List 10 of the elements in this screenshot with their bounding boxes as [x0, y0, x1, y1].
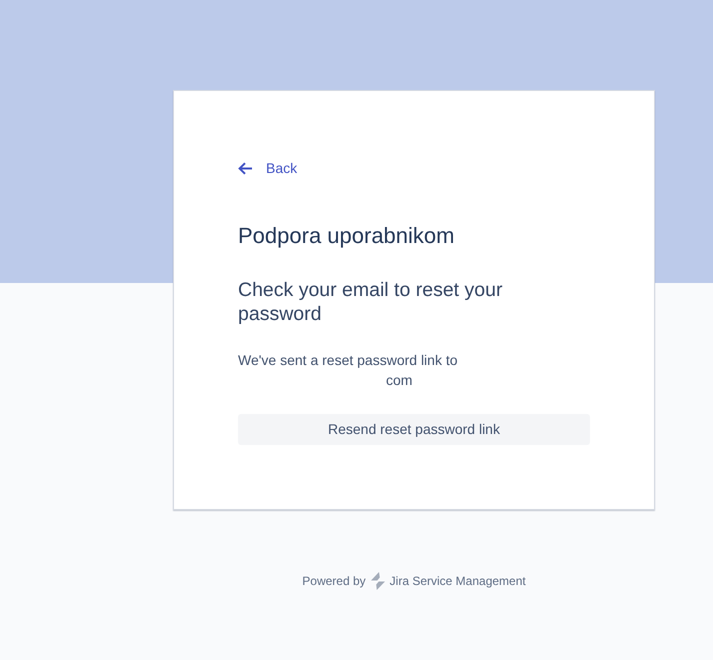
back-link[interactable]: Back	[238, 158, 298, 178]
page-heading: Check your email to reset your password	[238, 278, 504, 326]
product-name: Jira Service Management	[390, 572, 526, 588]
lightning-logo-icon	[370, 572, 386, 590]
portal-title: Podpora uporabnikom	[238, 222, 456, 248]
resend-button[interactable]: Resend reset password link	[238, 414, 590, 444]
back-arrow-icon	[238, 162, 253, 174]
email-address: com	[386, 370, 412, 390]
message-text: We've sent a reset password link to	[238, 350, 459, 370]
powered-by-text: Powered by	[302, 572, 366, 588]
